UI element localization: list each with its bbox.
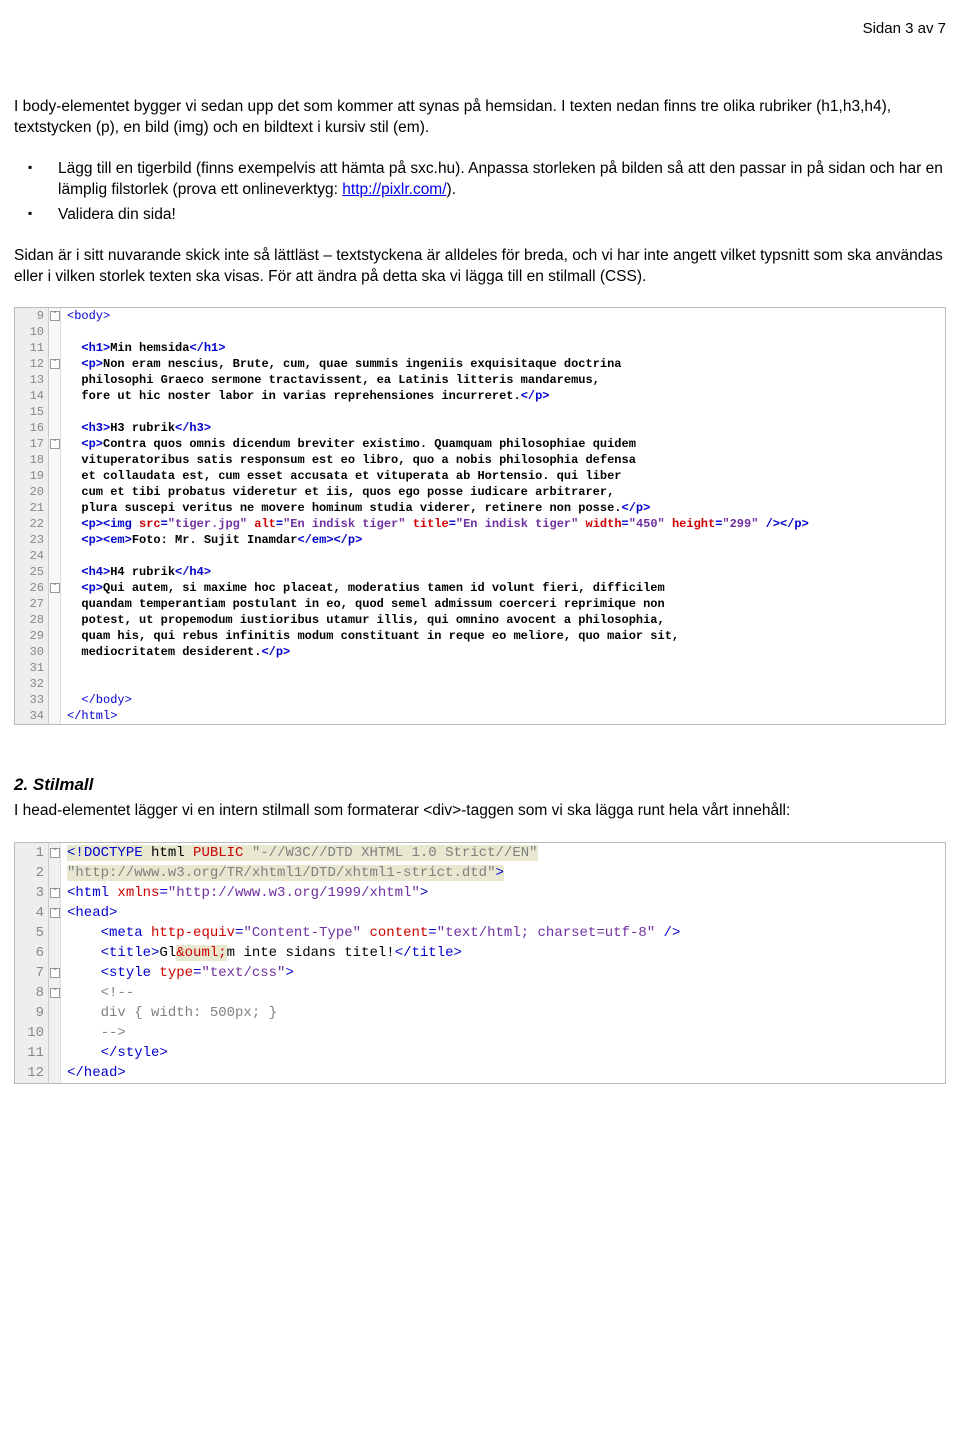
paragraph-2: Sidan är i sitt nuvarande skick inte så … <box>14 246 946 288</box>
section-2-heading: 2. Stilmall <box>14 775 946 795</box>
task-list: Lägg till en tigerbild (finns exempelvis… <box>14 159 946 226</box>
section-2-text: I head-elementet lägger vi en intern sti… <box>14 801 946 822</box>
task1-text-b: ). <box>447 181 456 198</box>
code-editor-body: 9<body>1011 <h1>Min hemsida</h1>12 <p>No… <box>14 307 946 725</box>
pixlr-link[interactable]: http://pixlr.com/ <box>342 181 446 198</box>
code-editor-head: 1<!DOCTYPE html PUBLIC "-//W3C//DTD XHTM… <box>14 842 946 1084</box>
task1-text-a: Lägg till en tigerbild (finns exempelvis… <box>58 160 943 198</box>
task-item-1: Lägg till en tigerbild (finns exempelvis… <box>14 159 946 201</box>
intro-paragraph: I body-elementet bygger vi sedan upp det… <box>14 97 946 139</box>
task-item-2: Validera din sida! <box>14 205 946 226</box>
page-number: Sidan 3 av 7 <box>14 20 946 37</box>
